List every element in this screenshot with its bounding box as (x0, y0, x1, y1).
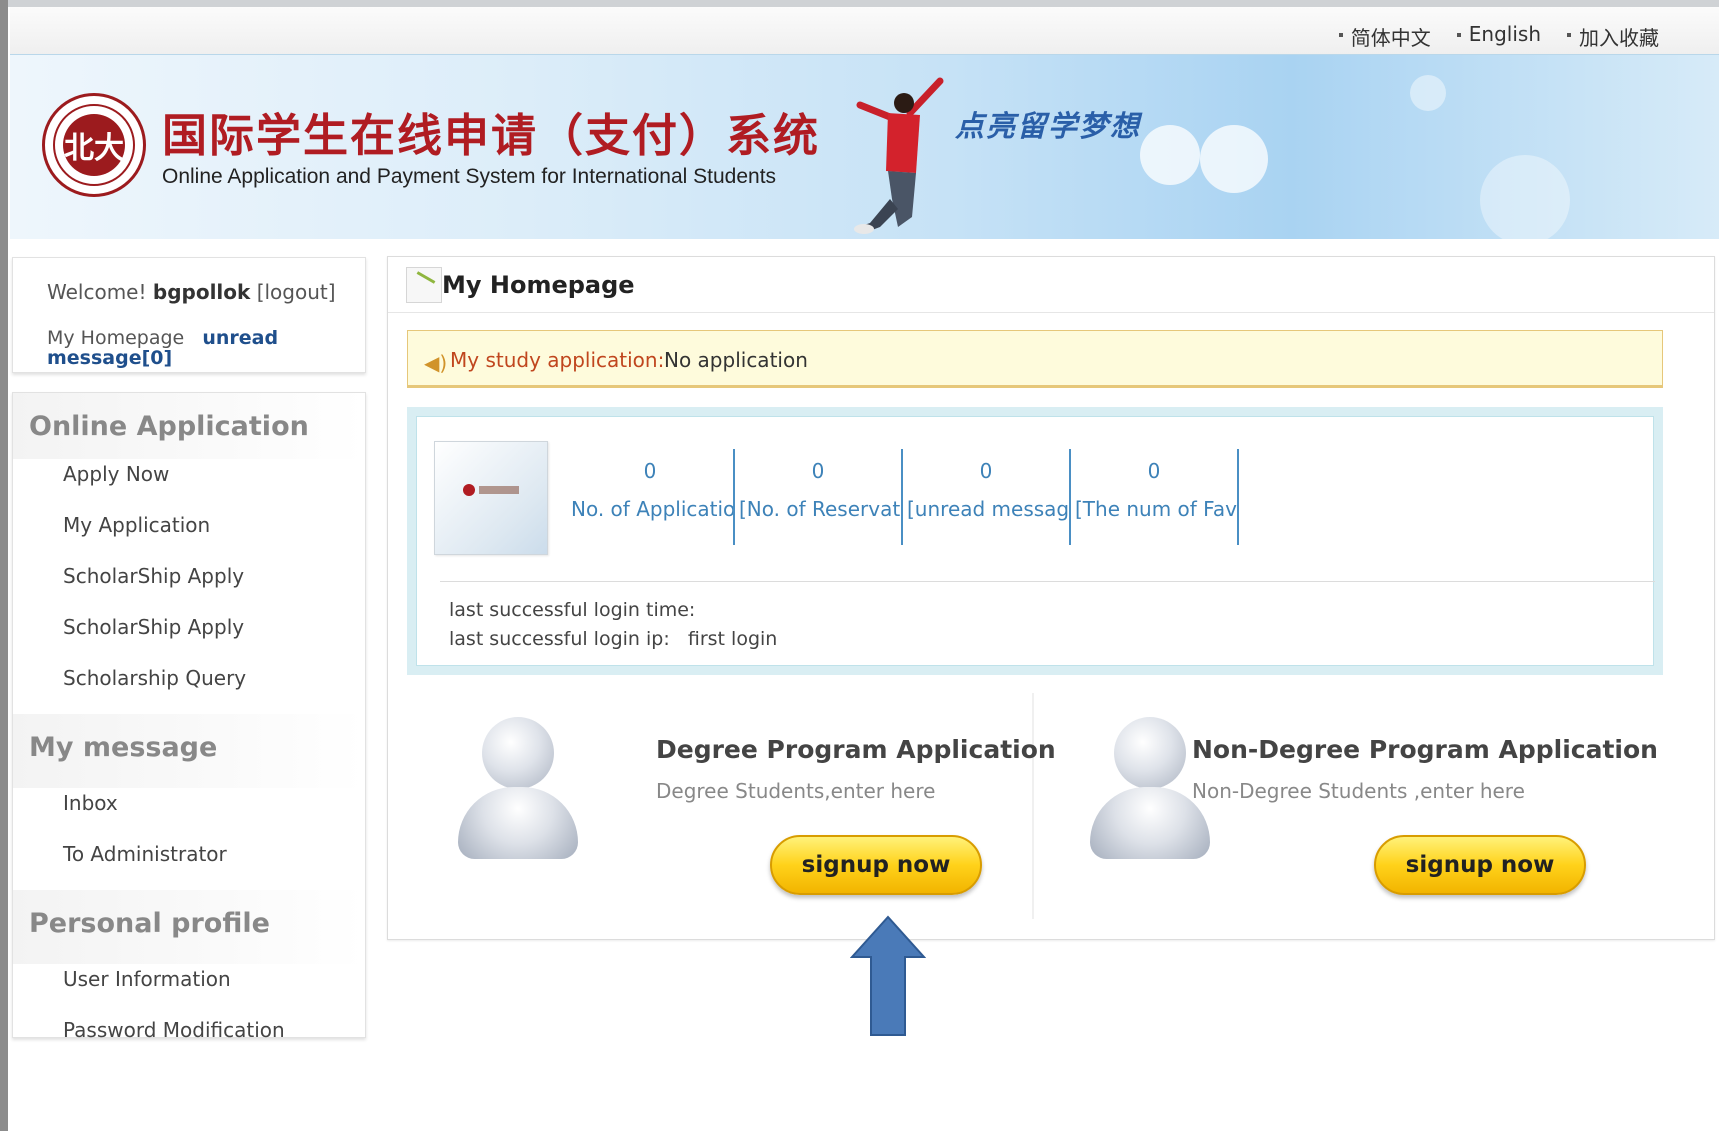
banner-bubble (1410, 75, 1446, 111)
notice-value: No application (664, 348, 808, 372)
stats-panel: 0 No. of Application 0 [No. of Reservati… (407, 407, 1663, 675)
sidebar-item-password-modification[interactable]: Password Modification (13, 1015, 365, 1066)
stats-divider (440, 581, 1655, 582)
menu-section-my-message: My message Inbox To Administrator (13, 714, 365, 890)
degree-program-title: Degree Program Application (656, 735, 1056, 764)
lang-link-english[interactable]: English (1456, 22, 1541, 51)
sidebar-item-apply-now[interactable]: Apply Now (13, 459, 365, 510)
speaker-icon: ◀︎) (424, 351, 448, 375)
banner-slogan: 点亮留学梦想 (955, 109, 1142, 143)
banner-bubble (1480, 155, 1570, 239)
stat-favorites[interactable]: 0 [The num of Fav (1071, 449, 1239, 545)
sidebar-item-scholarship-apply[interactable]: ScholarShip Apply (13, 561, 365, 612)
non-degree-program-title: Non-Degree Program Application (1192, 735, 1658, 764)
header-banner: 北大 国际学生在线申请（支付）系统 Online Application and… (10, 55, 1719, 239)
stat-value: 0 (643, 459, 657, 483)
sidebar-item-to-administrator[interactable]: To Administrator (13, 839, 365, 890)
person-icon-head (482, 717, 554, 789)
page-title: My Homepage (442, 271, 635, 299)
add-favorite-link[interactable]: 加入收藏 (1567, 22, 1659, 51)
language-bar: 简体中文 English 加入收藏 (10, 7, 1719, 55)
last-login-time: last successful login time: (449, 599, 696, 621)
homepage-icon (406, 267, 442, 303)
logout-link[interactable]: [logout] (257, 280, 336, 304)
study-application-notice: ◀︎) My study application: No application (407, 330, 1663, 388)
menu-header-online-application: Online Application (13, 393, 365, 459)
non-degree-program-card: Non-Degree Program Application Non-Degre… (1060, 693, 1700, 919)
stat-label: [unread message (907, 497, 1071, 521)
system-title-en: Online Application and Payment System fo… (162, 165, 777, 188)
last-login-ip-value: first login (687, 628, 778, 650)
university-logo: 北大 (42, 93, 146, 197)
sidebar-item-scholarship-apply-2[interactable]: ScholarShip Apply (13, 612, 365, 663)
system-title-cn: 国际学生在线申请（支付）系统 (162, 109, 821, 162)
profile-photo (434, 441, 548, 555)
photo-logo-dot (463, 484, 475, 496)
main-title-bar: My Homepage (388, 257, 1714, 313)
my-homepage-link[interactable]: My Homepage (47, 327, 184, 349)
language-links: 简体中文 English 加入收藏 (1338, 22, 1659, 51)
stat-label: No. of Application (571, 497, 735, 521)
stat-value: 0 (1147, 459, 1161, 483)
stat-applications[interactable]: 0 No. of Application (567, 449, 735, 545)
sidebar-item-my-application[interactable]: My Application (13, 510, 365, 561)
person-icon (458, 717, 578, 867)
last-login-ip: last successful login ip: first login (449, 628, 777, 650)
main-panel: My Homepage ◀︎) My study application: No… (387, 256, 1715, 940)
homepage-line: My Homepage unread message[0] (47, 328, 347, 368)
banner-bubble (1140, 125, 1200, 185)
stats-panel-inner: 0 No. of Application 0 [No. of Reservati… (416, 416, 1655, 666)
degree-signup-button[interactable]: signup now (770, 835, 982, 895)
stat-value: 0 (811, 459, 825, 483)
username: bgpollok (152, 280, 251, 304)
lang-link-chinese[interactable]: 简体中文 (1338, 22, 1431, 51)
welcome-label: Welcome! (47, 280, 147, 304)
sidebar-item-inbox[interactable]: Inbox (13, 788, 365, 839)
stat-label: [The num of Fav (1075, 497, 1237, 521)
degree-program-card: Degree Program Application Degree Studen… (428, 693, 1056, 919)
sidebar-item-user-information[interactable]: User Information (13, 964, 365, 1015)
logo-ring (53, 104, 135, 186)
menu-header-my-message: My message (13, 714, 365, 788)
stat-unread-messages[interactable]: 0 [unread message (903, 449, 1071, 545)
stat-label: [No. of Reservation (739, 497, 901, 521)
photo-logo-text (479, 486, 519, 494)
window-frame-top (0, 0, 1719, 7)
non-degree-signup-button[interactable]: signup now (1374, 835, 1586, 895)
degree-program-subtitle: Degree Students,enter here (656, 779, 936, 803)
person-icon-body (458, 787, 578, 859)
last-login-ip-label: last successful login ip: (449, 628, 670, 650)
user-info-box: Welcome! bgpollok [logout] My Homepage u… (12, 257, 366, 373)
jumping-student-image (854, 77, 944, 234)
welcome-line: Welcome! bgpollok [logout] (47, 280, 336, 304)
menu-section-personal-profile: Personal profile User Information Passwo… (13, 890, 365, 1066)
sidebar-menu: Online Application Apply Now My Applicat… (12, 392, 366, 1042)
notice-label: My study application: (450, 348, 665, 372)
non-degree-program-subtitle: Non-Degree Students ,enter here (1192, 779, 1525, 803)
person-icon-head (1114, 717, 1186, 789)
photo-placeholder-logo (463, 484, 521, 498)
stat-value: 0 (979, 459, 993, 483)
banner-bubble (1200, 125, 1268, 193)
menu-header-personal-profile: Personal profile (13, 890, 365, 964)
window-frame-left (0, 0, 8, 1131)
stat-reservations[interactable]: 0 [No. of Reservation (735, 449, 903, 545)
sidebar-item-scholarship-query[interactable]: Scholarship Query (13, 663, 365, 714)
menu-section-online-application: Online Application Apply Now My Applicat… (13, 393, 365, 714)
annotation-arrow-up (850, 915, 926, 1036)
